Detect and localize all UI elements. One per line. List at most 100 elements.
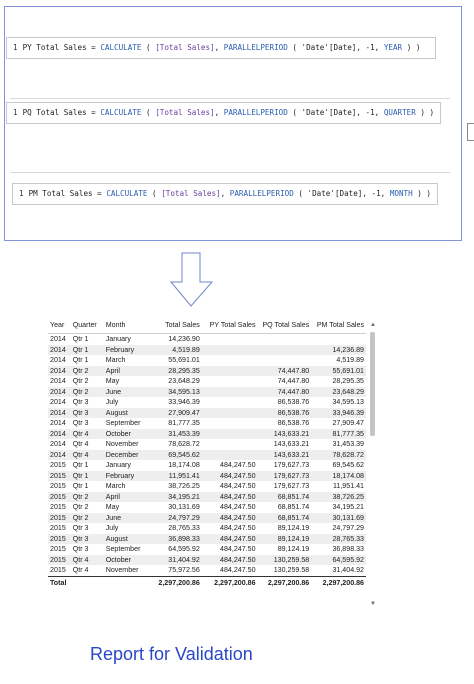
table-cell: September [105, 545, 141, 553]
table-cell: Qtr 1 [72, 335, 89, 343]
column-ref: 'Date'[Date] [301, 43, 357, 52]
table-cell: 484,247.50 [201, 554, 258, 565]
comma: , [214, 43, 224, 52]
column-ref: 'Date'[Date] [307, 189, 363, 198]
table-cell: 64,595.92 [168, 545, 200, 553]
scroll-up-icon[interactable]: ▲ [370, 322, 376, 328]
table-cell [202, 397, 258, 408]
line-number: 1 [13, 108, 18, 117]
table-row: 2015 Qtr 2 May 30,131.69 484,247.50 68,851.74… [48, 502, 366, 513]
table-cell: 143,633.21 [273, 440, 310, 448]
table-cell: Qtr 1 [70, 470, 104, 481]
formula-editor-py[interactable]: 1 PY Total Sales = CALCULATE ( [Total Sal… [6, 37, 436, 59]
table-cell: 484,247.50 [220, 524, 256, 532]
table-cell [201, 386, 258, 397]
table-cell: April [103, 365, 149, 376]
table-cell: 143,633.21 [257, 428, 312, 439]
column-header[interactable]: Quarter [70, 318, 104, 334]
table-cell: June [103, 512, 149, 523]
table-cell: 2015 [50, 524, 66, 532]
measure-ref: [Total Sales] [155, 108, 215, 117]
column-header[interactable]: PQ Total Sales [257, 318, 312, 334]
table-row: 2014 Qtr 2 April 28,295.35 74,447.80 55,691.0… [48, 365, 366, 376]
data-table: Year Quarter Month Total Sales PY Total Sale… [48, 318, 366, 589]
paren: ( [293, 189, 308, 198]
offset-arg: , -1, [356, 43, 384, 52]
table-row: 2014 Qtr 4 December 69,545.62 143,633.21 78,6… [48, 449, 366, 460]
table-cell: 28,765.33 [311, 533, 366, 544]
table-cell: May [105, 377, 120, 385]
table-cell: 2014 [48, 407, 71, 418]
table-cell: 2014 [50, 335, 66, 343]
column-header[interactable]: PM Total Sales [311, 318, 366, 334]
table-cell: August [103, 407, 149, 418]
report-caption: Report for Validation [90, 644, 253, 664]
table-cell: 36,898.33 [148, 533, 202, 544]
table-cell: 75,972.56 [168, 566, 200, 574]
table-cell: 89,124.19 [277, 545, 310, 553]
table-cell: 68,851.74 [257, 491, 312, 502]
table-cell: February [103, 344, 149, 355]
table-cell: 33,946.39 [311, 407, 366, 418]
table-cell: March [105, 356, 126, 364]
table-cell: 2015 [50, 566, 66, 574]
total-cell: 2,297,200.86 [201, 575, 258, 589]
table-cell: 4,519.89 [336, 356, 364, 364]
table-cell: 2015 [48, 491, 71, 502]
table-cell: 23,648.29 [168, 377, 200, 385]
table-cell: May [105, 503, 120, 511]
column-header[interactable]: Year [48, 318, 71, 334]
scroll-down-icon[interactable]: ▼ [370, 601, 376, 607]
table-row: 2015 Qtr 4 October 31,404.92 484,247.50 130,2… [48, 554, 366, 565]
line-number: 1 [13, 43, 18, 52]
column-header[interactable]: Total Sales [148, 318, 202, 334]
table-cell [201, 344, 258, 355]
column-header[interactable]: Month [103, 318, 149, 334]
scroll-thumb[interactable] [370, 332, 375, 436]
paren: ( [147, 189, 162, 198]
column-ref: 'Date'[Date] [301, 108, 357, 117]
function-parallelperiod: PARALLELPERIOD [223, 108, 288, 117]
function-parallelperiod: PARALLELPERIOD [229, 189, 294, 198]
table-cell: 2015 [48, 554, 71, 565]
header-row: Year Quarter Month Total Sales PY Total Sale… [48, 318, 366, 334]
table-cell: 55,691.01 [311, 365, 366, 376]
table-cell: 38,726.25 [168, 482, 200, 490]
formula-editor-pq[interactable]: 1 PQ Total Sales = CALCULATE ( [Total Sal… [6, 102, 441, 124]
table-cell: Qtr 2 [70, 365, 104, 376]
function-calculate: CALCULATE [100, 43, 142, 52]
table-cell: 2015 [50, 482, 66, 490]
table-cell [202, 439, 258, 450]
table-row: 2014 Qtr 3 September 81,777.35 86,538.76 27,9… [48, 418, 366, 429]
table-cell: 484,247.50 [201, 491, 258, 502]
formula-editor-pm[interactable]: 1 PM Total Sales = CALCULATE ( [Total Sal… [12, 183, 438, 205]
table-cell: 2015 [50, 545, 66, 553]
table-cell: 2014 [50, 377, 66, 385]
table-cell: 78,628.72 [168, 440, 200, 448]
comma: , [220, 189, 230, 198]
table-cell: 34,595.13 [148, 386, 202, 397]
table-cell: 484,247.50 [201, 470, 258, 481]
table-cell: 2015 [48, 533, 71, 544]
table-cell: 11,951.41 [148, 470, 202, 481]
table-row: 2015 Qtr 1 January 18,174.08 484,247.50 179,6… [48, 460, 366, 471]
table-cell: 86,538.76 [257, 407, 312, 418]
column-header[interactable]: PY Total Sales [201, 318, 258, 334]
table-cell: Qtr 4 [72, 440, 89, 448]
table-cell [258, 355, 312, 366]
measure-name: PM Total Sales = [28, 189, 107, 198]
table-cell: 4,519.89 [148, 344, 202, 355]
table-cell: 143,633.21 [257, 449, 312, 460]
total-cell: 2,297,200.86 [311, 575, 366, 589]
vertical-scrollbar[interactable]: ▲ ▼ [370, 322, 376, 607]
table-cell [202, 376, 258, 387]
table-cell: 14,236.90 [168, 335, 200, 343]
table-cell: 34,195.21 [148, 491, 202, 502]
table-cell: 2014 [48, 365, 71, 376]
table-cell: 81,777.35 [311, 428, 366, 439]
table-cell: December [103, 449, 149, 460]
table-cell: Qtr 3 [72, 524, 89, 532]
table-cell: 55,691.01 [168, 356, 200, 364]
table-cell [201, 428, 258, 439]
table-cell: August [103, 533, 149, 544]
